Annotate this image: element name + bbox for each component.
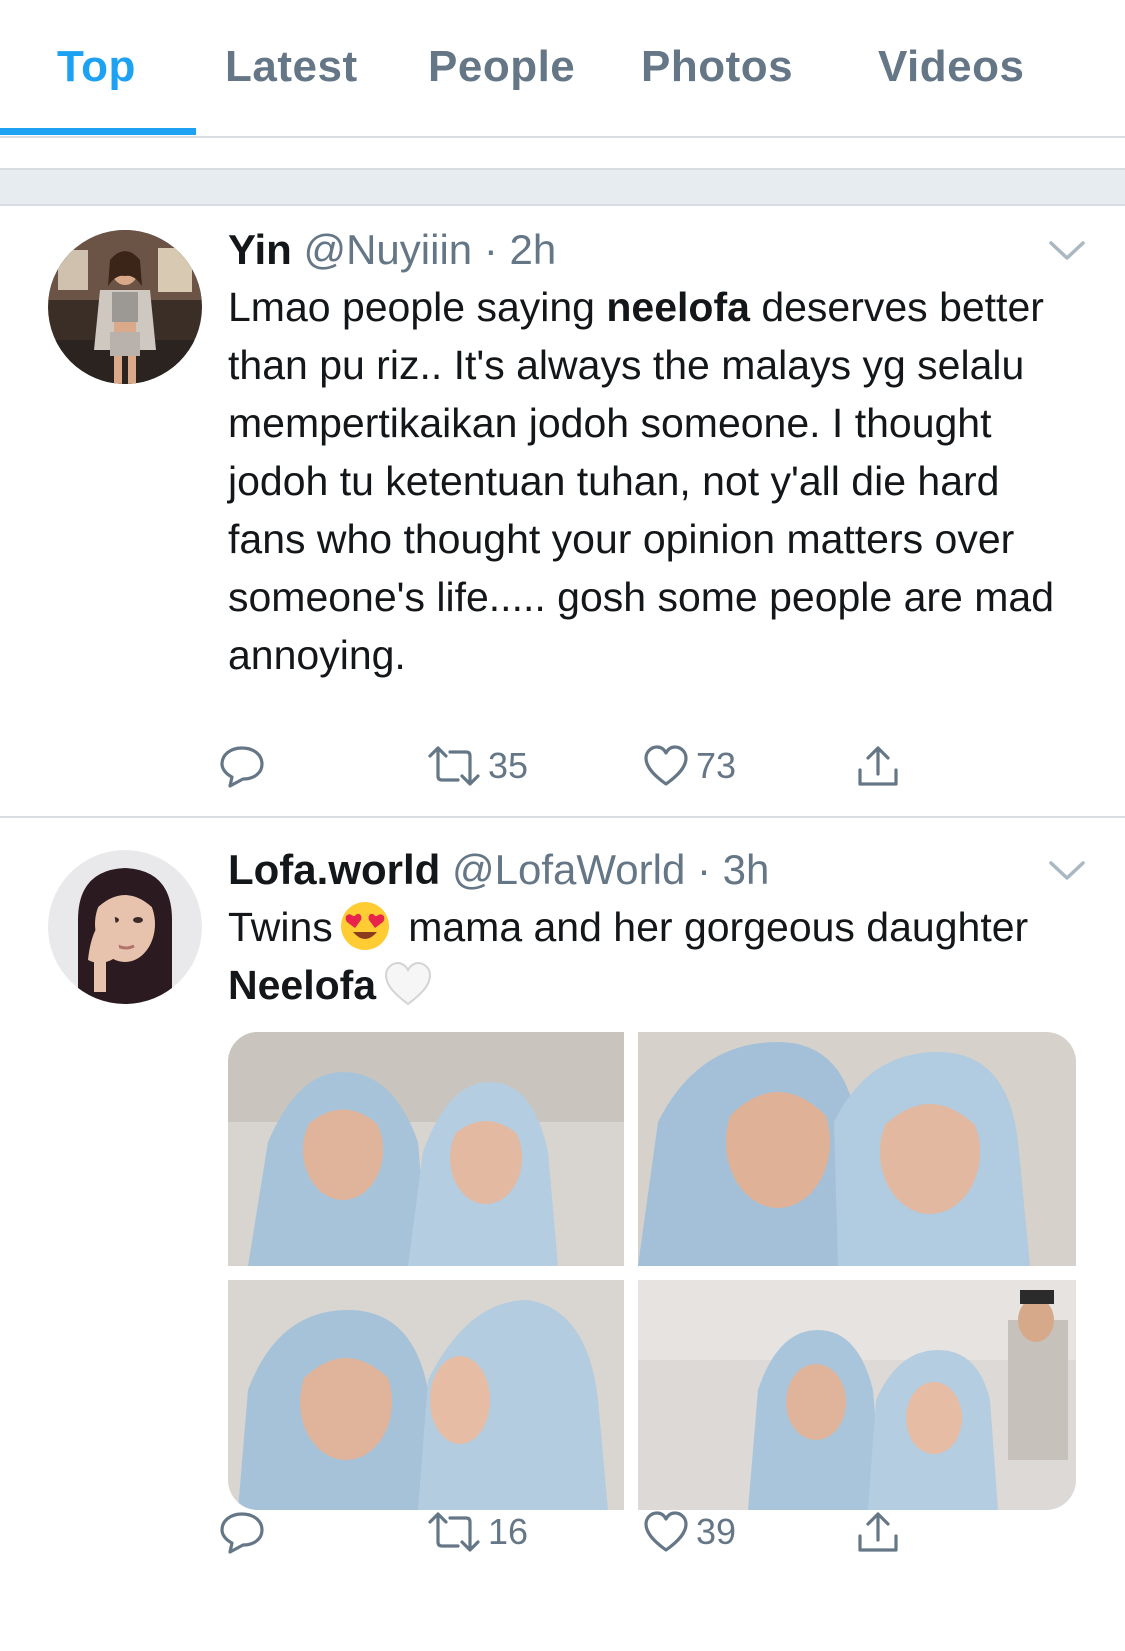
- retweet-button[interactable]: 35: [426, 736, 528, 796]
- separator-dot: ·: [483, 226, 498, 273]
- tab-top[interactable]: Top: [57, 42, 136, 92]
- user-handle[interactable]: @Nuyiiin: [303, 226, 472, 273]
- tweet-header: Yin @Nuyiiin · 2h: [228, 226, 556, 274]
- share-button[interactable]: [854, 736, 902, 796]
- reply-button[interactable]: [218, 736, 266, 796]
- share-button[interactable]: [854, 1502, 902, 1562]
- chevron-down-icon[interactable]: [1047, 858, 1087, 884]
- photo-mother-daughter-2-icon: [638, 1032, 1076, 1266]
- tweet-header: Lofa.world @LofaWorld · 3h: [228, 846, 769, 894]
- tweet-text-part: Lmao people saying: [228, 284, 607, 330]
- retweet-count: 16: [488, 1511, 529, 1552]
- tab-videos[interactable]: Videos: [878, 42, 1024, 92]
- reply-icon: [220, 1512, 264, 1554]
- photo-3[interactable]: [228, 1280, 624, 1510]
- timestamp[interactable]: 3h: [723, 846, 770, 893]
- tweet-actions: 16 39: [220, 1502, 1068, 1562]
- tweet-text-highlight: neelofa: [606, 284, 750, 330]
- share-icon: [858, 746, 898, 786]
- photo-mother-daughter-1-icon: [228, 1032, 624, 1266]
- tweet-text: Twins mama and her gorgeous daughter Nee…: [228, 898, 1088, 1014]
- heart-icon: [644, 1511, 688, 1552]
- tweet-actions: 35 73: [220, 736, 1068, 796]
- tweet-text-highlight: Neelofa: [228, 962, 377, 1008]
- retweet-icon: [428, 746, 480, 786]
- white-heart-emoji-icon: [385, 962, 432, 1006]
- tab-latest[interactable]: Latest: [225, 42, 358, 92]
- tab-photos[interactable]: Photos: [641, 42, 793, 92]
- profile-photo-woman-hijab-icon: [48, 850, 202, 1004]
- photo-grid: [228, 1032, 1076, 1510]
- like-count: 73: [696, 745, 737, 786]
- separator-dot: ·: [696, 846, 711, 893]
- user-handle[interactable]: @LofaWorld: [452, 846, 685, 893]
- display-name[interactable]: Lofa.world: [228, 846, 440, 893]
- chevron-down-icon[interactable]: [1047, 238, 1087, 264]
- tweet-text-part: mama and her gorgeous daughter: [396, 904, 1029, 950]
- photo-4[interactable]: [638, 1280, 1076, 1510]
- profile-photo-woman-icon: [48, 230, 202, 384]
- like-count: 39: [696, 1511, 737, 1552]
- section-separator: [0, 168, 1125, 206]
- like-button[interactable]: 39: [642, 1502, 736, 1562]
- photo-mother-daughter-4-icon: [638, 1280, 1076, 1510]
- reply-button[interactable]: [218, 1502, 266, 1562]
- search-tabs: Top Latest People Photos Videos: [0, 0, 1125, 138]
- photo-1[interactable]: [228, 1032, 624, 1266]
- timestamp[interactable]: 2h: [509, 226, 556, 273]
- share-icon: [858, 1512, 898, 1552]
- tweet-text-part: Twins: [228, 904, 333, 950]
- tweet[interactable]: Lofa.world @LofaWorld · 3h Twins mama an…: [0, 818, 1125, 1651]
- photo-mother-daughter-3-icon: [228, 1280, 624, 1510]
- tweet-text: Lmao people saying neelofa deserves bett…: [228, 278, 1088, 684]
- photo-2[interactable]: [638, 1032, 1076, 1266]
- active-tab-indicator: [0, 128, 196, 135]
- avatar[interactable]: [48, 850, 202, 1004]
- reply-icon: [220, 746, 264, 788]
- display-name[interactable]: Yin: [228, 226, 292, 273]
- heart-eyes-emoji-icon: [340, 902, 389, 951]
- like-button[interactable]: 73: [642, 736, 736, 796]
- retweet-icon: [428, 1512, 480, 1552]
- heart-icon: [644, 745, 688, 786]
- tweet[interactable]: Yin @Nuyiiin · 2h Lmao people saying nee…: [0, 204, 1125, 814]
- avatar[interactable]: [48, 230, 202, 384]
- retweet-button[interactable]: 16: [426, 1502, 528, 1562]
- tab-people[interactable]: People: [428, 42, 575, 92]
- retweet-count: 35: [488, 745, 529, 786]
- tweet-text-part: deserves better than pu riz.. It's alway…: [228, 284, 1055, 678]
